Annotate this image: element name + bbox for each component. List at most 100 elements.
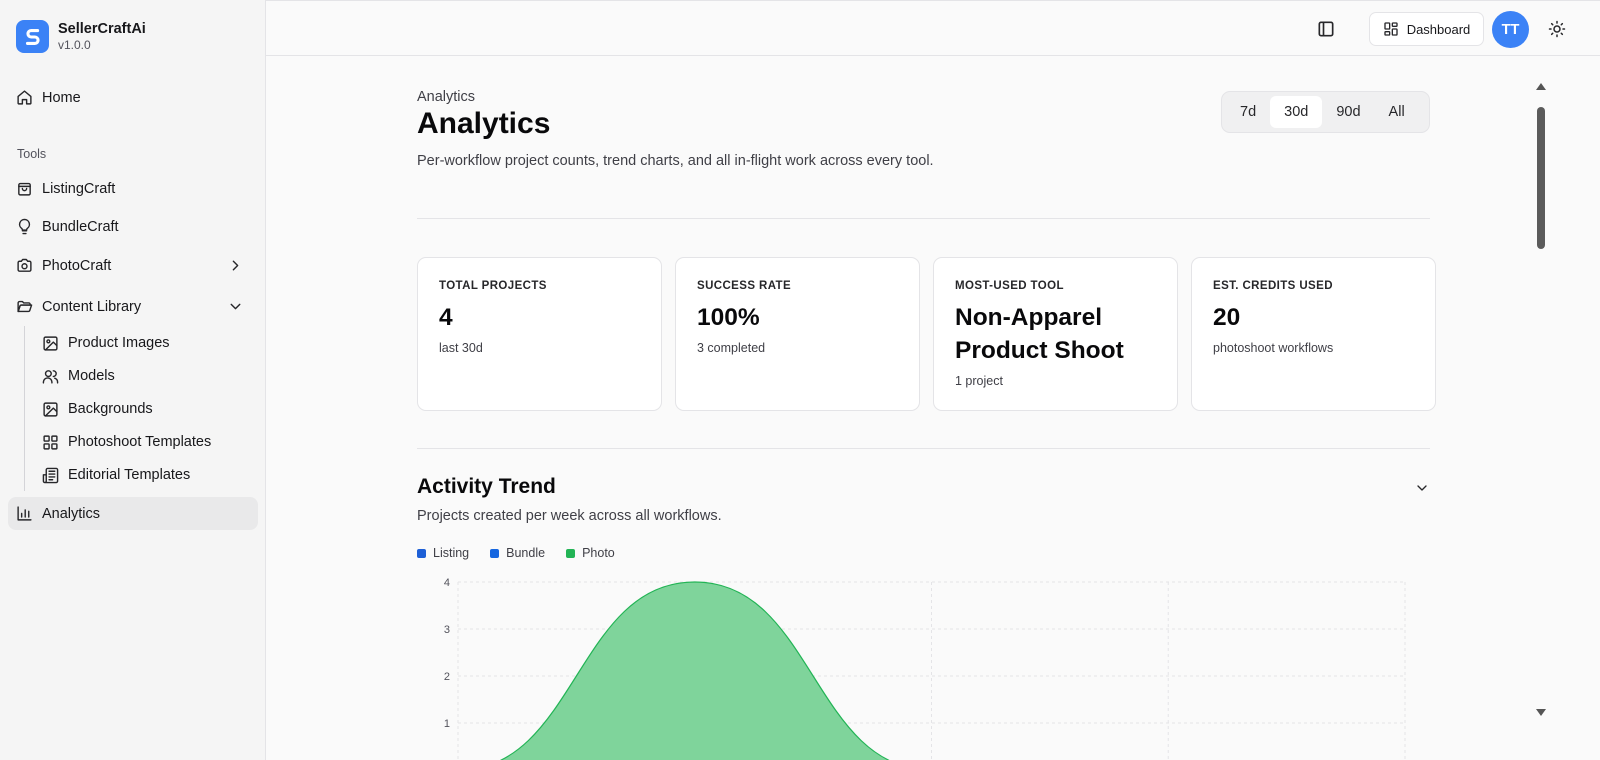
shopping-bag-icon xyxy=(18,182,31,196)
lightbulb-icon xyxy=(18,218,31,235)
stat-card-value: 20 xyxy=(1213,304,1241,331)
layout-dashboard-icon xyxy=(1384,22,1398,36)
stat-card-total-projects: TOTAL PROJECTS 4 last 30d xyxy=(417,257,662,411)
stat-card-label: TOTAL PROJECTS xyxy=(439,280,547,292)
sidebar-item-label: PhotoCraft xyxy=(42,257,112,274)
chart-y-tick-label: 1 xyxy=(444,718,450,730)
sidebar-item-label: Analytics xyxy=(42,505,101,522)
sidebar-item-label: Backgrounds xyxy=(68,401,153,417)
stat-card-success-rate: SUCCESS RATE 100% 3 completed xyxy=(675,257,920,411)
image-icon xyxy=(43,335,58,351)
breadcrumb: Analytics xyxy=(417,89,476,105)
tools-section-label: Tools xyxy=(17,147,47,161)
section-divider xyxy=(417,448,1430,449)
stat-card-label: EST. CREDITS USED xyxy=(1213,280,1333,292)
stat-card-sub: 1 project xyxy=(955,374,1003,388)
sidebar-item-models[interactable]: Models xyxy=(34,361,254,391)
range-option-30d[interactable]: 30d xyxy=(1270,96,1323,128)
stat-card-value: Non-Apparel Product Shoot xyxy=(955,304,1124,364)
sidebar-item-label: Editorial Templates xyxy=(68,467,191,483)
sidebar-item-label: Photoshoot Templates xyxy=(68,434,212,450)
legend-item-photo[interactable]: Photo xyxy=(566,546,615,560)
brand-name: SellerCraftAi xyxy=(58,21,146,37)
stat-card-most-used-tool: MOST-USED TOOL Non-Apparel Product Shoot… xyxy=(933,257,1178,411)
sidebar-item-listingcraft[interactable]: ListingCraft xyxy=(8,172,258,205)
legend-swatch xyxy=(490,548,500,558)
sidebar-item-content-library[interactable]: Content Library xyxy=(8,290,258,323)
analytics-content: Analytics Analytics Per-workflow project… xyxy=(266,57,1600,760)
newspaper-icon xyxy=(42,467,59,483)
sidebar-item-backgrounds[interactable]: Backgrounds xyxy=(34,394,254,424)
folder-open-icon xyxy=(17,300,33,313)
stat-card-sub: photoshoot workflows xyxy=(1213,341,1334,355)
stat-card-label: SUCCESS RATE xyxy=(697,280,792,292)
chevron-down-icon[interactable] xyxy=(1414,480,1430,496)
scrollbar-thumb[interactable] xyxy=(1537,107,1545,249)
image-icon xyxy=(43,401,58,417)
camera-icon xyxy=(17,258,32,272)
sidebar-item-label: Models xyxy=(68,368,115,384)
sidebar-item-bundlecraft[interactable]: BundleCraft xyxy=(8,210,258,243)
sidebar: SellerCraftAi v1.0.0 Home Tools ListingC… xyxy=(0,0,266,760)
activity-trend-description: Projects created per week across all wor… xyxy=(417,508,722,524)
range-option-90d[interactable]: 90d xyxy=(1322,96,1374,128)
sidebar-item-label: BundleCraft xyxy=(42,218,119,235)
chart-y-tick-label: 4 xyxy=(444,577,450,589)
sidebar-item-product-images[interactable]: Product Images xyxy=(34,328,254,358)
legend-label: Listing xyxy=(433,546,470,560)
content-library-tree-line xyxy=(24,326,25,491)
date-range-selector: 7d 30d 90d All xyxy=(1221,91,1430,133)
brand-version: v1.0.0 xyxy=(58,38,91,52)
chart-legend: Listing Bundle Photo xyxy=(417,546,615,560)
dashboard-button[interactable]: Dashboard xyxy=(1369,12,1484,46)
range-option-all[interactable]: All xyxy=(1375,96,1419,128)
sidebar-item-editorial-templates[interactable]: Editorial Templates xyxy=(34,460,254,490)
stat-card-sub: 3 completed xyxy=(697,341,766,355)
legend-label: Bundle xyxy=(506,546,546,560)
topbar: Dashboard TT xyxy=(266,0,1600,56)
legend-swatch xyxy=(417,548,426,558)
sidebar-item-label: Product Images xyxy=(68,335,170,351)
content-scrollbar[interactable] xyxy=(1534,57,1548,760)
page-description: Per-workflow project counts, trend chart… xyxy=(417,153,934,169)
app-root: SellerCraftAi v1.0.0 Home Tools ListingC… xyxy=(0,0,1600,760)
home-icon xyxy=(17,90,32,105)
brand[interactable]: SellerCraftAi v1.0.0 xyxy=(16,20,146,53)
layout-grid-icon xyxy=(43,434,58,450)
chevron-down-icon[interactable] xyxy=(227,298,244,315)
sidebar-item-label: ListingCraft xyxy=(42,180,116,197)
activity-trend-chart: 1 2 3 4 xyxy=(444,577,1406,760)
scroll-up-arrow-icon[interactable] xyxy=(1536,83,1546,90)
activity-trend-title: Activity Trend xyxy=(417,475,556,498)
legend-item-listing[interactable]: Listing xyxy=(417,546,469,560)
chevron-right-icon[interactable] xyxy=(227,257,244,274)
sidebar-toggle-icon[interactable] xyxy=(1316,19,1336,39)
stat-card-value: 100% xyxy=(697,304,760,331)
scroll-down-arrow-icon[interactable] xyxy=(1536,709,1546,716)
sidebar-item-label: Home xyxy=(42,89,81,106)
stat-card-label: MOST-USED TOOL xyxy=(955,280,1064,292)
dashboard-button-label: Dashboard xyxy=(1406,21,1471,37)
sun-icon[interactable] xyxy=(1548,20,1566,38)
section-divider xyxy=(417,218,1430,219)
legend-label: Photo xyxy=(582,546,615,560)
logo-icon xyxy=(16,20,49,53)
avatar[interactable]: TT xyxy=(1492,11,1529,48)
users-icon xyxy=(42,369,59,384)
main-area: Dashboard TT Analytics Analytics Per-wor… xyxy=(266,0,1600,760)
range-option-7d[interactable]: 7d xyxy=(1226,96,1270,128)
stat-card-value: 4 xyxy=(439,304,453,331)
stat-card-credits-used: EST. CREDITS USED 20 photoshoot workflow… xyxy=(1191,257,1436,411)
sidebar-item-photoshoot-templates[interactable]: Photoshoot Templates xyxy=(34,427,254,457)
bar-chart-icon xyxy=(17,506,32,521)
page-title: Analytics xyxy=(417,107,551,140)
sidebar-item-analytics[interactable]: Analytics xyxy=(8,497,258,530)
legend-item-bundle[interactable]: Bundle xyxy=(490,546,545,560)
sidebar-item-photocraft[interactable]: PhotoCraft xyxy=(8,249,258,282)
sidebar-item-home[interactable]: Home xyxy=(8,81,258,114)
legend-swatch xyxy=(566,548,576,558)
chart-y-tick-label: 2 xyxy=(444,671,450,683)
chart-y-tick-label: 3 xyxy=(444,624,450,636)
sidebar-item-label: Content Library xyxy=(42,298,142,315)
stat-card-sub: last 30d xyxy=(439,341,483,355)
